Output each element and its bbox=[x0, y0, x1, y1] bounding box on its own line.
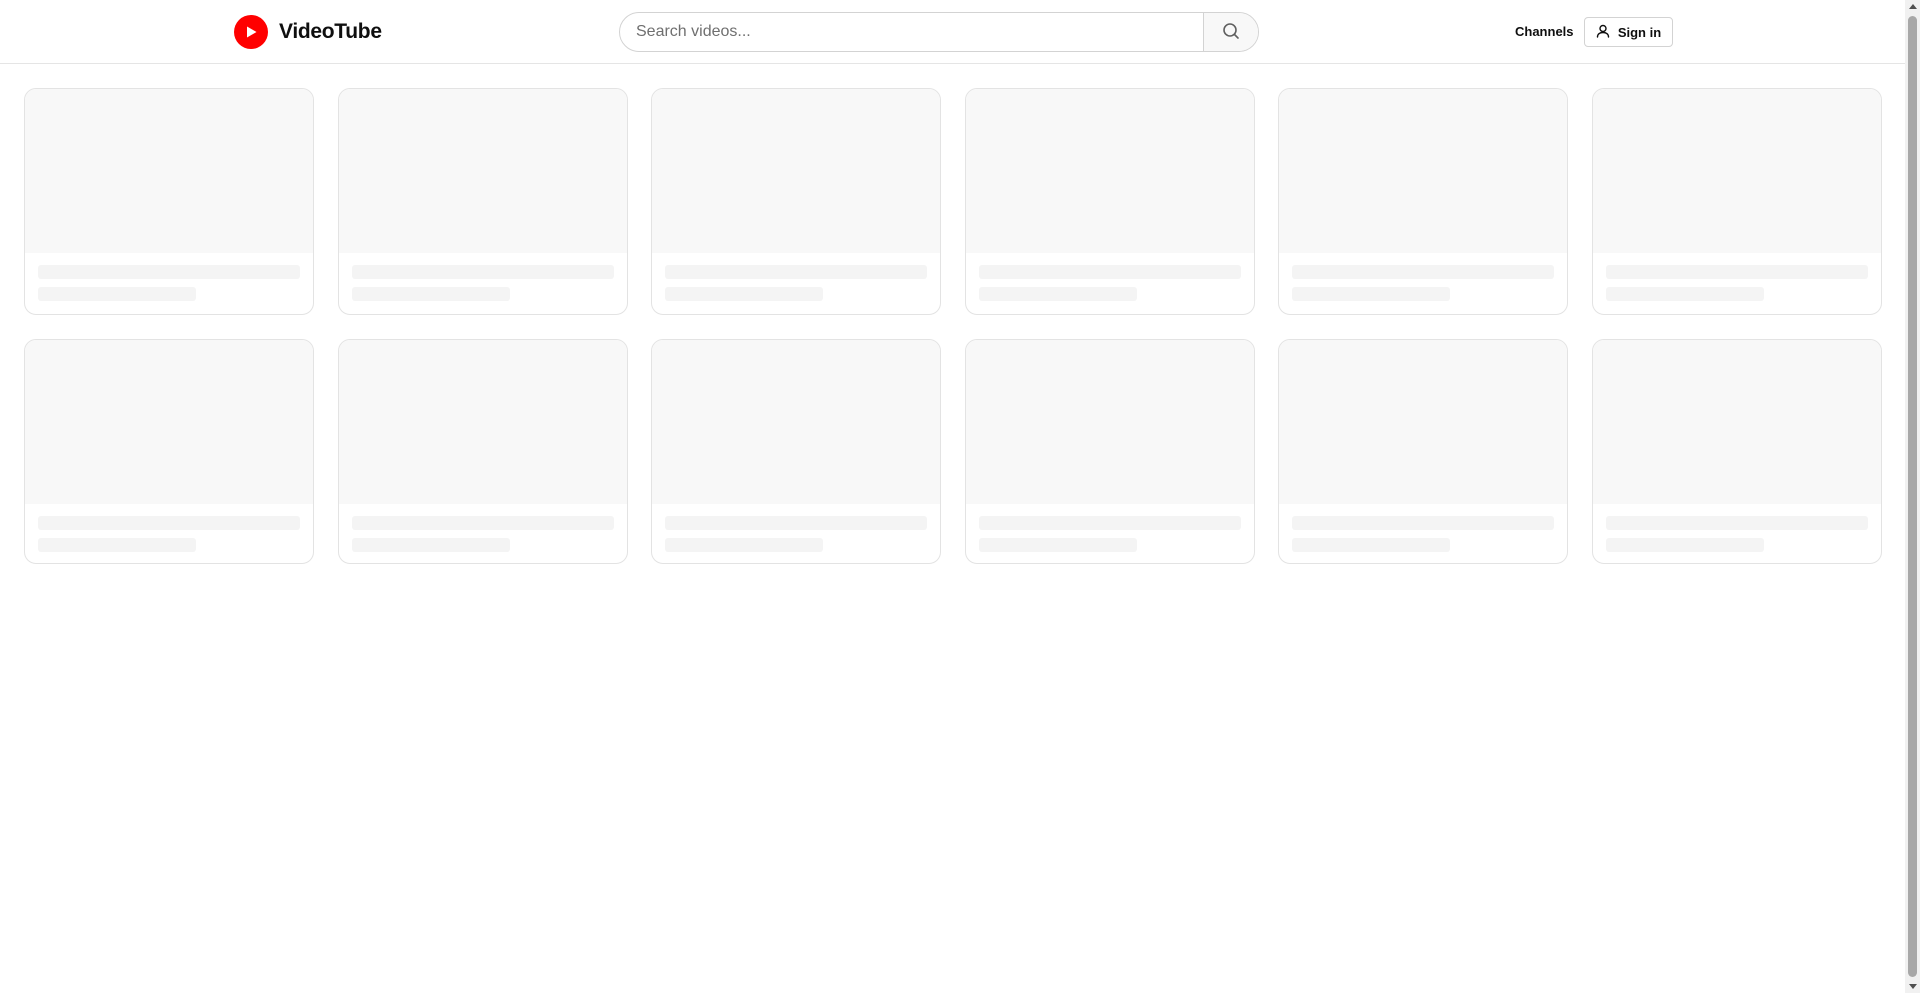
thumbnail-placeholder bbox=[965, 89, 1254, 253]
search-input[interactable] bbox=[620, 13, 1203, 51]
play-icon bbox=[234, 15, 268, 49]
title-placeholder bbox=[1292, 516, 1555, 530]
channels-link[interactable]: Channels bbox=[1515, 24, 1574, 40]
title-placeholder bbox=[978, 265, 1241, 279]
scrollbar-thumb[interactable] bbox=[1908, 16, 1917, 977]
video-card-skeleton bbox=[337, 339, 628, 564]
vertical-scrollbar[interactable] bbox=[1905, 0, 1920, 993]
sign-in-button[interactable]: Sign in bbox=[1584, 17, 1673, 47]
sign-in-label: Sign in bbox=[1617, 24, 1662, 40]
title-placeholder bbox=[1292, 265, 1555, 279]
video-card-skeleton bbox=[651, 339, 942, 564]
meta-placeholder bbox=[1605, 287, 1764, 301]
thumbnail-placeholder bbox=[338, 89, 627, 253]
title-placeholder bbox=[351, 265, 614, 279]
thumbnail-placeholder bbox=[1279, 340, 1568, 504]
thumbnail-placeholder bbox=[1592, 89, 1881, 253]
title-placeholder bbox=[1605, 265, 1868, 279]
thumbnail-placeholder bbox=[1592, 340, 1881, 504]
search-button[interactable] bbox=[1203, 13, 1258, 51]
video-card-skeleton bbox=[1278, 339, 1569, 564]
video-card-skeleton bbox=[24, 339, 314, 564]
video-card-skeleton bbox=[1591, 88, 1882, 315]
title-placeholder bbox=[665, 516, 928, 530]
meta-placeholder bbox=[38, 538, 196, 552]
title-placeholder bbox=[1605, 516, 1868, 530]
video-card-skeleton bbox=[964, 339, 1255, 564]
meta-placeholder bbox=[38, 287, 196, 301]
video-card-skeleton bbox=[964, 88, 1255, 315]
meta-placeholder bbox=[978, 287, 1137, 301]
user-icon bbox=[1596, 24, 1610, 41]
video-card-skeleton bbox=[24, 88, 314, 315]
thumbnail-placeholder bbox=[1279, 89, 1568, 253]
meta-placeholder bbox=[351, 538, 510, 552]
video-card-skeleton bbox=[1278, 88, 1569, 315]
search-bar bbox=[619, 12, 1259, 52]
thumbnail-placeholder bbox=[652, 340, 941, 504]
title-placeholder bbox=[38, 265, 300, 279]
video-card-skeleton bbox=[337, 88, 628, 315]
thumbnail-placeholder bbox=[965, 340, 1254, 504]
thumbnail-placeholder bbox=[338, 340, 627, 504]
video-card-skeleton bbox=[651, 88, 942, 315]
title-placeholder bbox=[38, 516, 300, 530]
thumbnail-placeholder bbox=[25, 89, 313, 253]
thumbnail-placeholder bbox=[652, 89, 941, 253]
search-icon bbox=[1222, 22, 1240, 43]
scroll-down-arrow-icon[interactable] bbox=[1909, 984, 1917, 989]
scroll-up-arrow-icon[interactable] bbox=[1909, 4, 1917, 9]
top-header: VideoTube Channels Sign in bbox=[0, 0, 1905, 64]
meta-placeholder bbox=[1292, 538, 1451, 552]
meta-placeholder bbox=[665, 287, 824, 301]
video-grid bbox=[24, 88, 1882, 564]
title-placeholder bbox=[978, 516, 1241, 530]
meta-placeholder bbox=[1605, 538, 1764, 552]
meta-placeholder bbox=[1292, 287, 1451, 301]
logo-text: VideoTube bbox=[279, 20, 382, 43]
meta-placeholder bbox=[665, 538, 824, 552]
video-card-skeleton bbox=[1591, 339, 1882, 564]
thumbnail-placeholder bbox=[25, 340, 313, 504]
title-placeholder bbox=[351, 516, 614, 530]
title-placeholder bbox=[665, 265, 928, 279]
meta-placeholder bbox=[351, 287, 510, 301]
meta-placeholder bbox=[978, 538, 1137, 552]
logo[interactable]: VideoTube bbox=[234, 15, 382, 49]
